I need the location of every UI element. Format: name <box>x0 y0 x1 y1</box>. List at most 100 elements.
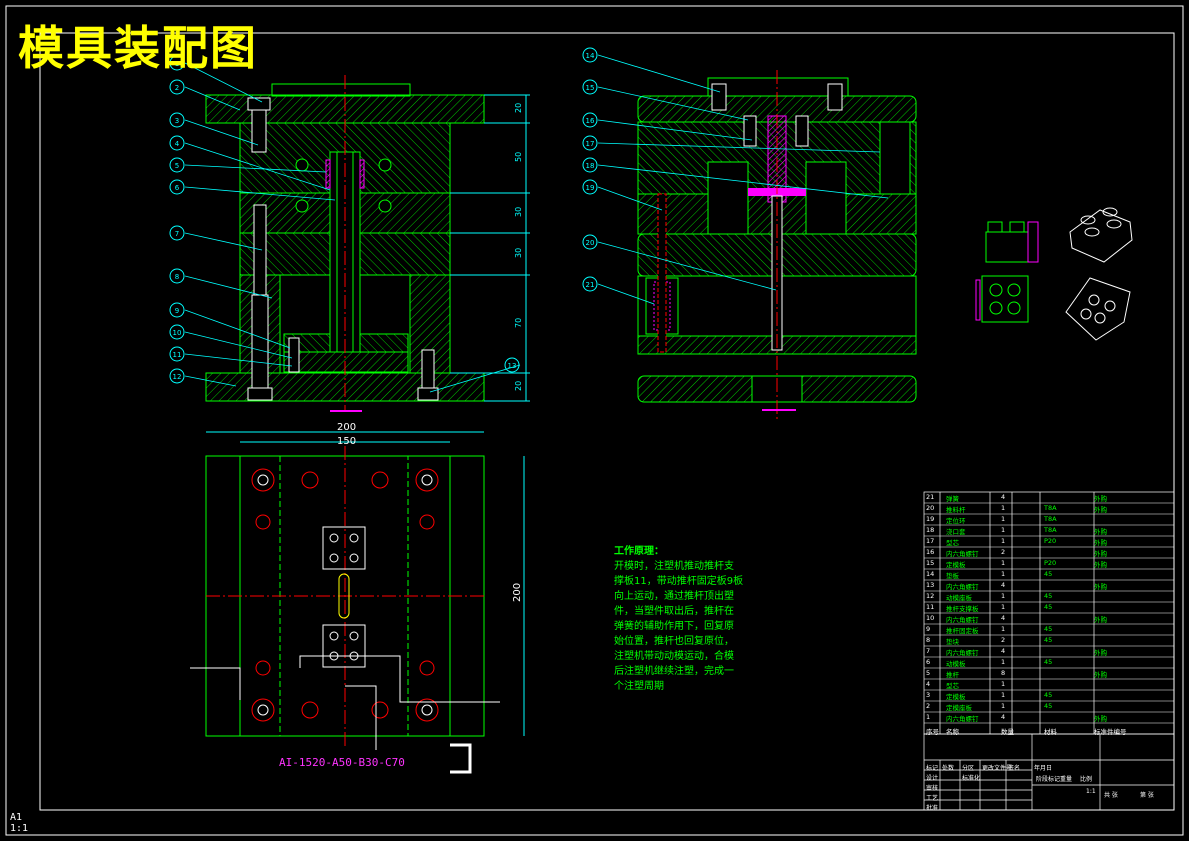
bom-cell: 12 <box>926 592 935 600</box>
title-block-label: 第 张 <box>1140 792 1154 799</box>
bom-cell: 17 <box>926 537 935 545</box>
bom-cell: 动模座板 <box>946 594 972 602</box>
title-block-label: 处数 <box>942 765 955 772</box>
title-block-label: 签名 <box>1008 765 1021 772</box>
bom-cell: 4 <box>1001 581 1006 589</box>
bom-header-cell: 名称 <box>946 728 959 736</box>
bom-cell: 内六角螺钉 <box>946 649 979 657</box>
bom-cell: 外购 <box>1094 550 1107 558</box>
bom-cell: 1 <box>926 713 931 721</box>
bom-header-cell: 数量 <box>1001 728 1014 736</box>
leader-line <box>597 54 721 93</box>
bom-cell: 定位环 <box>946 517 966 525</box>
dim-h-1: 20 <box>514 103 523 113</box>
sheet-size: A1 <box>10 812 23 823</box>
balloon-label-4: 4 <box>175 140 180 148</box>
bill-of-materials: 21 弹簧 4 外购 20 推料杆 1 T8A 外购 19 定位环 1 T8A 18 浇口套 1 T8A 外购 17… <box>924 492 1174 736</box>
right-section-view <box>637 70 917 420</box>
notes-heading: 工作原理： <box>614 546 664 557</box>
title-block-label: 设计 <box>926 775 939 782</box>
bom-cell: 外购 <box>1094 649 1107 657</box>
dim-plan-width-inner: 150 <box>337 436 356 447</box>
balloon-label-21: 21 <box>586 281 595 289</box>
bom-cell: 14 <box>926 570 935 578</box>
title-block-grid <box>923 733 1175 811</box>
left-section-view: 20 50 30 30 70 20 <box>205 75 530 412</box>
bom-header-cell: 标准件编号 <box>1094 728 1127 736</box>
bom-cell: 45 <box>1044 691 1053 699</box>
notes-line: 弹簧的辅助作用下，回复原 <box>614 621 734 632</box>
bom-row: 3 定模板 1 45 <box>924 690 1174 701</box>
balloon-label-2: 2 <box>175 84 179 92</box>
title-block-scale: 1:1 <box>1086 788 1096 795</box>
drawing-title: 模具装配图 <box>18 21 258 75</box>
bom-cell: 1 <box>1001 603 1006 611</box>
bom-row: 17 型芯 1 P20 外购 <box>924 536 1174 547</box>
notes-line: 后注塑机继续注塑，完成一 <box>614 666 734 677</box>
bom-cell: 1 <box>1001 526 1006 534</box>
bom-cell: 定模板 <box>946 693 966 701</box>
dim-h-5: 70 <box>514 318 523 328</box>
balloon-label-17: 17 <box>586 140 595 148</box>
notes-line: 开模时，注塑机推动推杆支 <box>614 561 734 572</box>
bom-cell: 外购 <box>1094 495 1107 503</box>
title-block-label: 工艺 <box>926 795 939 802</box>
dim-h-4: 30 <box>514 248 523 258</box>
bom-cell: 5 <box>926 669 931 677</box>
bom-cell: 1 <box>1001 691 1006 699</box>
bom-cell: 3 <box>926 691 931 699</box>
title-block-label: 分区 <box>962 765 975 772</box>
bom-cell: 6 <box>926 658 931 666</box>
bom-row: 19 定位环 1 T8A <box>924 514 1174 525</box>
bom-cell: 8 <box>926 636 931 644</box>
bom-cell: P20 <box>1044 559 1057 567</box>
bom-cell: 外购 <box>1094 671 1107 679</box>
balloon-label-10: 10 <box>173 329 182 337</box>
bom-row: 11 推杆支撑板 1 45 <box>924 602 1174 613</box>
balloon-label-9: 9 <box>175 307 179 315</box>
title-block-label: 批准 <box>926 805 939 812</box>
bom-row: 18 浇口套 1 T8A 外购 <box>924 525 1174 536</box>
dim-h-6: 20 <box>514 381 523 391</box>
balloon-label-14: 14 <box>586 52 595 60</box>
bom-cell: 2 <box>1001 636 1006 644</box>
notes-line: 始位置，推杆也回复原位， <box>614 636 734 647</box>
bom-row: 20 推料杆 1 T8A 外购 <box>924 503 1174 514</box>
title-block-label: 标准化 <box>962 775 981 782</box>
bom-cell: T8A <box>1044 515 1057 523</box>
bom-cell: 20 <box>926 504 935 512</box>
bom-cell: T8A <box>1044 526 1057 534</box>
bom-cell: 9 <box>926 625 931 633</box>
bom-row: 10 内六角螺钉 4 外购 <box>924 613 1174 624</box>
mold-base-code: AI-1520-A50-B30-C70 <box>279 756 405 769</box>
bom-cell: 10 <box>926 614 935 622</box>
title-block-label: 比例 <box>1080 776 1093 783</box>
part-views <box>975 207 1133 341</box>
bom-cell: 定模板 <box>946 561 966 569</box>
notes-line: 撑板11，带动推杆固定板9板 <box>614 576 744 587</box>
bom-cell: 垫块 <box>946 638 959 646</box>
bom-cell: 4 <box>1001 614 1006 622</box>
notes-line: 向上运动，通过推杆顶出塑 <box>614 591 734 602</box>
bom-cell: 弹簧 <box>946 495 959 503</box>
bom-cell: 1 <box>1001 515 1006 523</box>
notes-line: 注塑机带动动模运动，合模 <box>614 651 734 662</box>
bom-cell: 型芯 <box>946 682 959 690</box>
title-block-label: 审核 <box>926 785 939 792</box>
dim-plan-width-outer: 200 <box>337 422 356 433</box>
balloon-label-5: 5 <box>175 162 179 170</box>
bom-cell: 45 <box>1044 603 1053 611</box>
bom-cell: 内六角螺钉 <box>946 550 979 558</box>
balloon-label-12: 12 <box>173 373 182 381</box>
bom-cell: 4 <box>1001 647 1006 655</box>
bom-row: 13 内六角螺钉 4 外购 <box>924 580 1174 591</box>
balloon-label-8: 8 <box>175 273 179 281</box>
bom-cell: 45 <box>1044 636 1053 644</box>
bom-cell: T8A <box>1044 504 1057 512</box>
title-block-label: 标记 <box>926 765 939 772</box>
dim-h-2: 50 <box>514 152 523 162</box>
bom-row: 1 内六角螺钉 4 外购 <box>924 712 1174 723</box>
bom-cell: 11 <box>926 603 935 611</box>
dim-plan-height: 200 <box>512 583 523 602</box>
bom-cell: 45 <box>1044 592 1053 600</box>
